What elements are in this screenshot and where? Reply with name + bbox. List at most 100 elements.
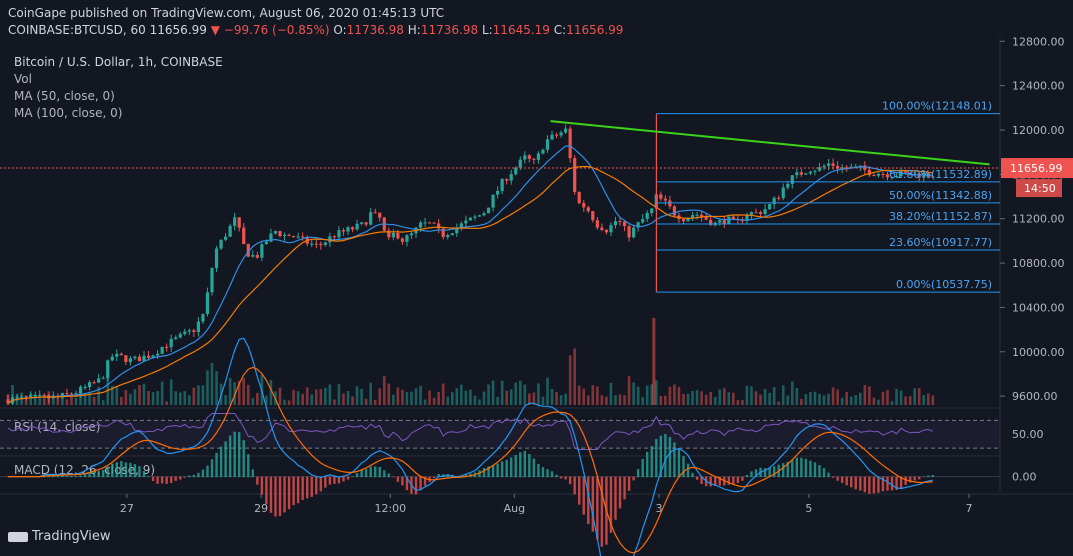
legend-ma50[interactable]: MA (50, close, 0)	[14, 89, 115, 103]
candle-body	[899, 171, 903, 177]
volume-bar	[496, 396, 499, 405]
candle-body	[523, 155, 527, 160]
volume-bar	[872, 397, 876, 405]
macd-histogram-bar	[763, 468, 767, 478]
volume-bar	[795, 388, 799, 405]
volume-bar	[110, 385, 114, 405]
macd-histogram-bar	[795, 457, 799, 478]
volume-bar	[822, 395, 826, 405]
macd-histogram-bar	[319, 476, 323, 492]
macd-histogram-bar	[627, 476, 631, 491]
volume-bar	[15, 393, 19, 405]
volume-bar	[147, 391, 150, 405]
candle-body	[917, 173, 921, 178]
candle-body	[260, 244, 264, 258]
macd-histogram-bar	[899, 476, 903, 488]
volume-bar	[88, 392, 91, 405]
volume-bar	[686, 393, 690, 405]
volume-bar	[178, 392, 182, 405]
candle-body	[836, 165, 840, 169]
candle-body	[754, 212, 758, 214]
macd-histogram-bar	[664, 433, 667, 478]
volume-bar	[392, 394, 395, 405]
candle-body	[183, 331, 187, 335]
volume-bar	[197, 385, 200, 405]
candle-body	[242, 227, 246, 245]
candle-body	[509, 174, 513, 181]
volume-bar	[296, 391, 300, 405]
macd-histogram-bar	[822, 468, 826, 478]
macd-histogram-bar	[673, 442, 676, 478]
volume-bar	[877, 399, 880, 405]
volume-bar	[763, 388, 767, 405]
macd-histogram-bar	[609, 476, 613, 533]
legend-vol[interactable]: Vol	[14, 72, 32, 86]
candle-body	[278, 231, 282, 236]
volume-bar	[142, 383, 146, 405]
volume-bar	[460, 384, 463, 405]
candle-body	[727, 216, 731, 224]
legend-ma100[interactable]: MA (100, close, 0)	[14, 106, 122, 120]
candle-body	[826, 163, 831, 166]
macd-histogram-bar	[641, 459, 644, 478]
macd-label[interactable]: MACD (12, 26, close, 9)	[14, 463, 155, 477]
macd-histogram-bar	[151, 476, 155, 482]
volume-bar	[886, 390, 889, 405]
macd-histogram-bar	[401, 476, 404, 486]
candle-body	[568, 128, 572, 159]
price-chart[interactable]: 12800.00 12400.00 12000.00 11600.00 11200.00…	[0, 0, 1073, 556]
candle-body	[378, 212, 382, 218]
time-axis-label: Aug	[504, 502, 525, 515]
candle-body	[591, 211, 595, 221]
candle-body	[541, 149, 545, 154]
macd-histogram-bar	[247, 454, 250, 478]
candle-body	[446, 235, 450, 238]
volume-bar	[641, 397, 644, 405]
candle-body	[795, 172, 799, 176]
macd-histogram-bar	[324, 476, 327, 488]
candle-body	[437, 223, 441, 229]
volume-bar	[106, 376, 110, 405]
macd-histogram-bar	[192, 474, 196, 478]
candle-body	[169, 338, 173, 348]
macd-histogram-bar	[351, 476, 354, 478]
candle-body	[110, 356, 114, 361]
candle-body	[119, 353, 123, 356]
rsi-label[interactable]: RSI (14, close)	[14, 420, 100, 434]
candle-body	[849, 166, 853, 169]
volume-bar	[509, 389, 513, 405]
volume-bar	[97, 386, 100, 405]
tradingview-logo[interactable]: TradingView	[8, 529, 111, 544]
candle-body	[559, 132, 563, 136]
legend-title[interactable]: Bitcoin / U.S. Dollar, 1h, COINBASE	[14, 55, 223, 69]
candle-body	[146, 355, 151, 358]
rsi-line	[7, 413, 933, 450]
volume-bar	[895, 388, 898, 405]
volume-bar	[79, 386, 82, 405]
volume-bar	[373, 399, 377, 405]
macd-histogram-bar	[410, 476, 413, 494]
macd-histogram-bar	[251, 469, 255, 478]
macd-histogram-bar	[419, 476, 422, 491]
candle-body	[858, 165, 862, 167]
macd-histogram-bar	[732, 476, 735, 485]
current-price-tag	[1001, 158, 1073, 179]
macd-histogram-bar	[197, 472, 200, 478]
macd-histogram-bar	[156, 476, 159, 484]
time-axis-label: 27	[120, 502, 134, 515]
macd-signal-line	[8, 366, 933, 554]
candle-body	[554, 134, 559, 136]
candle-body	[786, 183, 790, 188]
macd-histogram-bar	[872, 476, 876, 494]
candle-body	[505, 179, 509, 181]
candle-body	[24, 396, 28, 398]
macd-histogram-bar	[559, 476, 563, 479]
candle-body	[350, 227, 355, 230]
candle-body	[686, 218, 690, 222]
volume-bar	[931, 395, 935, 405]
macd-histogram-bar	[804, 458, 808, 478]
candle-body	[740, 220, 745, 222]
candle-body	[763, 209, 767, 215]
macd-histogram-bar	[686, 463, 690, 478]
candle-body	[650, 208, 654, 213]
